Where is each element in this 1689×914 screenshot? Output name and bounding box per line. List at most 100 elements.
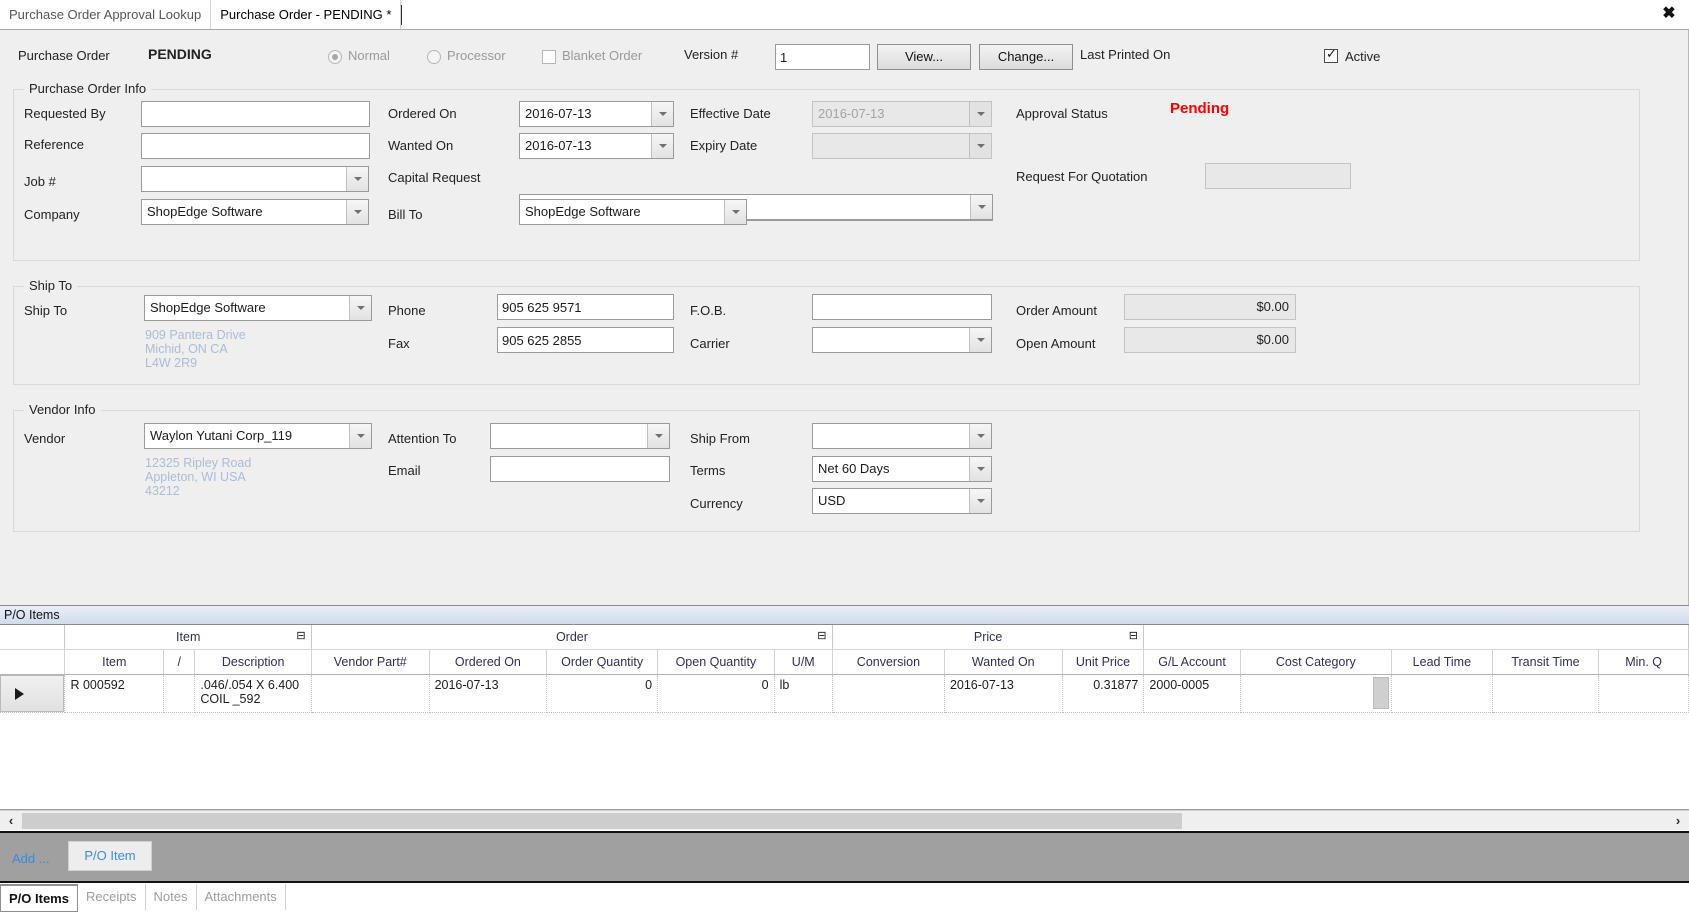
bottom-tab-attachments[interactable]: Attachments <box>197 884 286 910</box>
scroll-right-icon[interactable]: › <box>1667 811 1689 830</box>
chevron-down-icon[interactable] <box>969 489 991 513</box>
cell-description-line1: .046/.054 X 6.400 <box>200 677 300 692</box>
band-item-label: Item <box>176 629 201 644</box>
email-input[interactable] <box>490 456 670 482</box>
wanted-on-value: 2016-07-13 <box>525 138 592 153</box>
bill-to-combo[interactable]: ShopEdge Software <box>519 199 747 225</box>
change-button[interactable]: Change... <box>979 44 1073 70</box>
phone-input[interactable] <box>497 294 674 320</box>
company-combo[interactable]: ShopEdge Software <box>141 199 369 225</box>
job-number-combo[interactable] <box>141 166 369 192</box>
cell-wanted-on: 2016-07-13 <box>944 674 1063 713</box>
close-icon[interactable]: ✖ <box>1657 2 1681 26</box>
ship-to-combo[interactable]: ShopEdge Software <box>144 295 372 321</box>
radio-normal[interactable] <box>328 50 342 64</box>
version-input[interactable] <box>775 44 870 70</box>
row-selector-arrow-icon[interactable] <box>0 674 64 711</box>
col-header-sort-indicator[interactable]: / <box>163 649 196 675</box>
grid-horizontal-scrollbar[interactable]: ‹ › <box>0 810 1689 830</box>
attention-to-combo[interactable] <box>490 423 670 449</box>
chevron-down-icon[interactable] <box>651 134 673 158</box>
vendor-address: 12325 Ripley Road Appleton, WI USA 43212 <box>145 456 252 498</box>
fob-input[interactable] <box>812 294 992 320</box>
view-button[interactable]: View... <box>877 44 971 70</box>
terms-combo[interactable]: Net 60 Days <box>812 456 992 482</box>
chevron-down-icon[interactable] <box>970 195 992 219</box>
col-header-open-quantity[interactable]: Open Quantity <box>657 649 775 675</box>
col-header-conversion[interactable]: Conversion <box>832 649 945 675</box>
chevron-down-icon[interactable] <box>346 167 368 191</box>
col-header-ordered-on[interactable]: Ordered On <box>429 649 548 675</box>
pin-icon[interactable]: ⊟ <box>295 630 307 642</box>
action-bar: Add ... P/O Item <box>0 831 1689 883</box>
chevron-down-icon[interactable] <box>651 102 673 126</box>
vendor-label: Vendor <box>24 431 66 446</box>
bottom-tab-po-items[interactable]: P/O Items <box>0 884 78 912</box>
chevron-down-icon[interactable] <box>724 200 746 224</box>
col-header-description[interactable]: Description <box>194 649 312 675</box>
wanted-on-datepicker[interactable]: 2016-07-13 <box>519 133 674 159</box>
pin-icon[interactable]: ⊟ <box>1127 630 1139 642</box>
band-item: Item ⊟ <box>64 625 312 650</box>
bottom-tab-strip: P/O Items Receipts Notes Attachments <box>0 883 1689 914</box>
currency-value: USD <box>818 493 846 508</box>
scroll-left-icon[interactable]: ‹ <box>0 811 22 830</box>
chevron-down-icon[interactable] <box>346 200 368 224</box>
cell-cost-category[interactable] <box>1240 674 1392 713</box>
col-header-order-quantity[interactable]: Order Quantity <box>546 649 659 675</box>
bottom-tab-receipts[interactable]: Receipts <box>78 884 146 910</box>
chevron-down-icon[interactable] <box>969 457 991 481</box>
checkbox-active[interactable] <box>1324 46 1338 63</box>
scrollbar-thumb[interactable] <box>22 813 1182 829</box>
ship-from-combo[interactable] <box>812 423 992 449</box>
effective-date-datepicker: 2016-07-13 <box>812 101 992 127</box>
currency-combo[interactable]: USD <box>812 488 992 514</box>
radio-processor[interactable] <box>427 50 441 64</box>
band-price: Price ⊟ <box>832 625 1145 650</box>
chevron-down-icon[interactable] <box>647 424 669 448</box>
cell-ordered-on: 2016-07-13 <box>429 674 548 713</box>
cell-sort-spacer <box>163 674 196 713</box>
bottom-tab-notes[interactable]: Notes <box>146 884 197 910</box>
band-spacer <box>0 625 66 650</box>
col-header-item[interactable]: Item <box>64 649 165 675</box>
cell-lead-time <box>1391 674 1493 713</box>
requested-by-input[interactable] <box>141 101 370 127</box>
cell-description: .046/.054 X 6.400 COIL _592 <box>194 674 312 713</box>
chevron-down-icon <box>969 102 991 126</box>
request-for-quotation-label: Request For Quotation <box>1016 169 1148 184</box>
col-header-rowselect <box>0 649 66 675</box>
col-header-wanted-on[interactable]: Wanted On <box>944 649 1063 675</box>
col-header-min-q[interactable]: Min. Q <box>1598 649 1689 675</box>
tab-purchase-order-approval-lookup[interactable]: Purchase Order Approval Lookup <box>0 0 212 29</box>
reference-input[interactable] <box>141 133 370 159</box>
fob-label: F.O.B. <box>690 303 727 318</box>
col-header-gl-account[interactable]: G/L Account <box>1143 649 1241 675</box>
pin-icon[interactable]: ⊟ <box>816 630 828 642</box>
checkbox-blanket-order[interactable] <box>542 50 556 64</box>
add-po-item-button[interactable]: P/O Item <box>68 841 152 871</box>
col-header-vendor-part[interactable]: Vendor Part# <box>311 649 430 675</box>
chevron-down-icon[interactable] <box>349 296 371 320</box>
table-row[interactable]: R 000592 .046/.054 X 6.400 COIL _592 201… <box>0 674 1689 713</box>
ship-to-title: Ship To <box>24 278 78 293</box>
col-header-lead-time[interactable]: Lead Time <box>1391 649 1493 675</box>
vendor-combo[interactable]: Waylon Yutani Corp_119 <box>144 423 372 449</box>
bill-to-label: Bill To <box>388 207 423 222</box>
chevron-down-icon[interactable] <box>349 424 371 448</box>
checkbox-blanket-order-label: Blanket Order <box>562 48 643 63</box>
col-header-um[interactable]: U/M <box>774 649 833 675</box>
fax-input[interactable] <box>497 327 674 353</box>
chevron-down-icon[interactable] <box>969 328 991 352</box>
col-header-transit-time[interactable]: Transit Time <box>1492 649 1600 675</box>
cost-category-editor-button[interactable] <box>1372 676 1389 709</box>
col-header-unit-price[interactable]: Unit Price <box>1062 649 1145 675</box>
carrier-combo[interactable] <box>812 327 992 353</box>
po-items-table: Item ⊟ Order ⊟ Price ⊟ Item / Descriptio… <box>0 625 1689 713</box>
row-selector-cell[interactable] <box>0 674 66 713</box>
col-header-cost-category[interactable]: Cost Category <box>1240 649 1392 675</box>
terms-value: Net 60 Days <box>818 461 890 476</box>
ordered-on-datepicker[interactable]: 2016-07-13 <box>519 101 674 127</box>
tab-purchase-order-pending[interactable]: Purchase Order - PENDING * <box>211 0 402 29</box>
chevron-down-icon[interactable] <box>969 424 991 448</box>
